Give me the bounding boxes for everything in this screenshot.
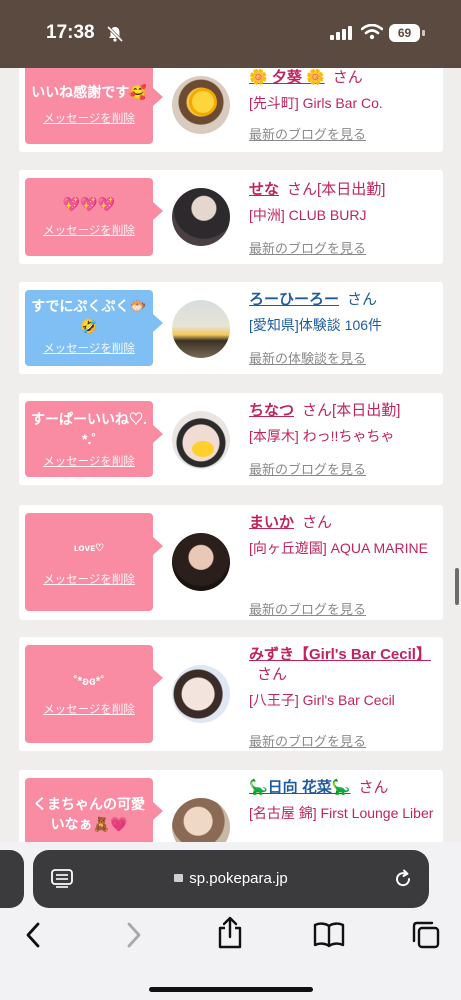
honorific: さん (347, 291, 378, 308)
profile-info: 🌼 夕葵 🌼 さん [先斗町] Girls Bar Co. 最新のブログを見る (249, 68, 439, 142)
shop-name: [先斗町] Girls Bar Co. (249, 95, 383, 111)
list-item: 💖💖💖 メッセージを削除 せな さん[本日出勤] [中洲] CLUB BURJ 最… (19, 170, 443, 264)
profile-info: ちなつ さん[本日出勤] [本厚木] わっ!!ちゃちゃ 最新のブログを見る (249, 401, 439, 477)
url-display[interactable]: sp.pokepara.jp (33, 870, 429, 887)
shop-name: [向ヶ丘遊園] AQUA MARINE (249, 540, 428, 556)
shop-name: [名古屋 錦] First Lounge Liber (249, 805, 434, 821)
battery-tip (422, 30, 425, 36)
message-bubble: ˚*ʚɞ*˚ メッセージを削除 (25, 645, 163, 743)
tab-switcher-icon[interactable] (411, 920, 441, 950)
honorific: さん (257, 666, 288, 683)
message-bubble: 💖💖💖 メッセージを削除 (25, 178, 163, 256)
share-icon[interactable] (216, 916, 244, 950)
message-bubble: すーぱーいいね♡.*.˚ メッセージを削除 (25, 401, 163, 477)
latest-blog-link[interactable]: 最新のブログを見る (249, 238, 366, 257)
reload-icon[interactable] (393, 869, 413, 889)
profile-name-link[interactable]: せな (249, 181, 279, 198)
latest-blog-link[interactable]: 最新のブログを見る (249, 124, 366, 143)
profile-name-link[interactable]: ちなつ (249, 402, 294, 419)
silent-bell-icon (106, 25, 124, 43)
delete-message-link[interactable]: メッセージを削除 (25, 701, 153, 717)
list-item: すでにぷくぷく🐡🤣 メッセージを削除 ろーひーろー さん [愛知県]体験談 106… (19, 282, 443, 374)
browser-toolbar: sp.pokepara.jp (0, 842, 461, 1000)
honorific: さん (302, 402, 333, 419)
honorific: さん (358, 779, 389, 796)
message-text: すでにぷくぷく🐡🤣 (31, 298, 147, 334)
avatar[interactable] (172, 533, 230, 591)
profile-info: 🦕日向 花菜🦕 さん [名古屋 錦] First Lounge Liber (249, 778, 439, 824)
bookmarks-icon[interactable] (313, 920, 345, 948)
latest-blog-link[interactable]: 最新のブログを見る (249, 459, 366, 478)
profile-info: みずき【Girl's Bar Cecil】さん [八王子] Girl's Bar… (249, 645, 439, 749)
list-item: ʟᴏᴠᴇ♡ メッセージを削除 まいか さん [向ヶ丘遊園] AQUA MARINE… (19, 505, 443, 620)
wifi-icon (361, 24, 383, 40)
delete-message-link[interactable]: メッセージを削除 (25, 222, 153, 238)
address-bar[interactable]: sp.pokepara.jp (33, 850, 429, 908)
message-bubble: すでにぷくぷく🐡🤣 メッセージを削除 (25, 290, 163, 366)
delete-message-link[interactable]: メッセージを削除 (25, 340, 153, 356)
shop-name: [八王子] Girl's Bar Cecil (249, 692, 395, 708)
experience-count: [愛知県]体験談 106件 (249, 317, 383, 333)
latest-experience-link[interactable]: 最新の体験談を見る (249, 348, 366, 367)
profile-name-link[interactable]: 🌼 夕葵 🌼 (249, 69, 325, 86)
delete-message-link[interactable]: メッセージを削除 (25, 571, 153, 587)
forward-icon[interactable] (123, 920, 143, 950)
profile-name-link[interactable]: ろーひーろー (249, 291, 339, 308)
message-text: くまちゃんの可愛いなぁ🧸💗 (33, 796, 145, 832)
attendance-tag: [本日出勤] (317, 181, 386, 198)
delete-message-link[interactable]: メッセージを削除 (25, 110, 153, 126)
message-text: ʟᴏᴠᴇ♡ (73, 543, 105, 554)
shop-name: [本厚木] わっ!!ちゃちゃ (249, 428, 395, 444)
profile-info: まいか さん [向ヶ丘遊園] AQUA MARINE 最新のブログを見る (249, 513, 439, 617)
avatar[interactable] (172, 188, 230, 246)
message-bubble: いいね感謝です🥰 メッセージを削除 (25, 64, 163, 144)
message-text: 💖💖💖 (62, 196, 116, 212)
url-text: sp.pokepara.jp (189, 870, 288, 887)
message-bubble: ʟᴏᴠᴇ♡ メッセージを削除 (25, 513, 163, 611)
avatar[interactable] (172, 76, 230, 134)
signal-icon (330, 26, 352, 40)
profile-info: せな さん[本日出勤] [中洲] CLUB BURJ 最新のブログを見る (249, 180, 439, 256)
scroll-indicator[interactable] (455, 568, 459, 605)
profile-info: ろーひーろー さん [愛知県]体験談 106件 最新の体験談を見る (249, 290, 439, 366)
honorific: さん (332, 69, 363, 86)
latest-blog-link[interactable]: 最新のブログを見る (249, 599, 366, 618)
list-item: ˚*ʚɞ*˚ メッセージを削除 みずき【Girl's Bar Cecil】さん … (19, 637, 443, 751)
latest-blog-link[interactable]: 最新のブログを見る (249, 731, 366, 750)
profile-name-link[interactable]: まいか (249, 514, 294, 531)
honorific: さん (287, 181, 318, 198)
list-item: すーぱーいいね♡.*.˚ メッセージを削除 ちなつ さん[本日出勤] [本厚木] … (19, 393, 443, 485)
previous-tab-preview[interactable] (0, 850, 24, 908)
battery-level: 69 (389, 24, 420, 42)
honorific: さん (302, 514, 333, 531)
status-time: 17:38 (46, 22, 95, 43)
flower-icon (189, 88, 217, 116)
message-text: すーぱーいいね♡.*.˚ (31, 411, 147, 447)
home-indicator (149, 987, 313, 992)
avatar[interactable] (172, 665, 230, 723)
message-text: ˚*ʚɞ*˚ (73, 674, 105, 688)
profile-name-link[interactable]: みずき【Girl's Bar Cecil】 (249, 646, 431, 663)
attendance-tag: [本日出勤] (332, 402, 401, 419)
back-icon[interactable] (24, 920, 44, 950)
avatar[interactable] (172, 411, 230, 469)
lock-icon (174, 874, 184, 882)
status-bar: 17:38 69 (0, 0, 461, 68)
avatar[interactable] (172, 300, 230, 358)
message-text: いいね感謝です🥰 (31, 84, 147, 100)
emoji-sticker-icon (192, 441, 214, 457)
delete-message-link[interactable]: メッセージを削除 (25, 453, 153, 469)
profile-name-link[interactable]: 🦕日向 花菜🦕 (249, 779, 351, 796)
shop-name: [中洲] CLUB BURJ (249, 207, 367, 223)
